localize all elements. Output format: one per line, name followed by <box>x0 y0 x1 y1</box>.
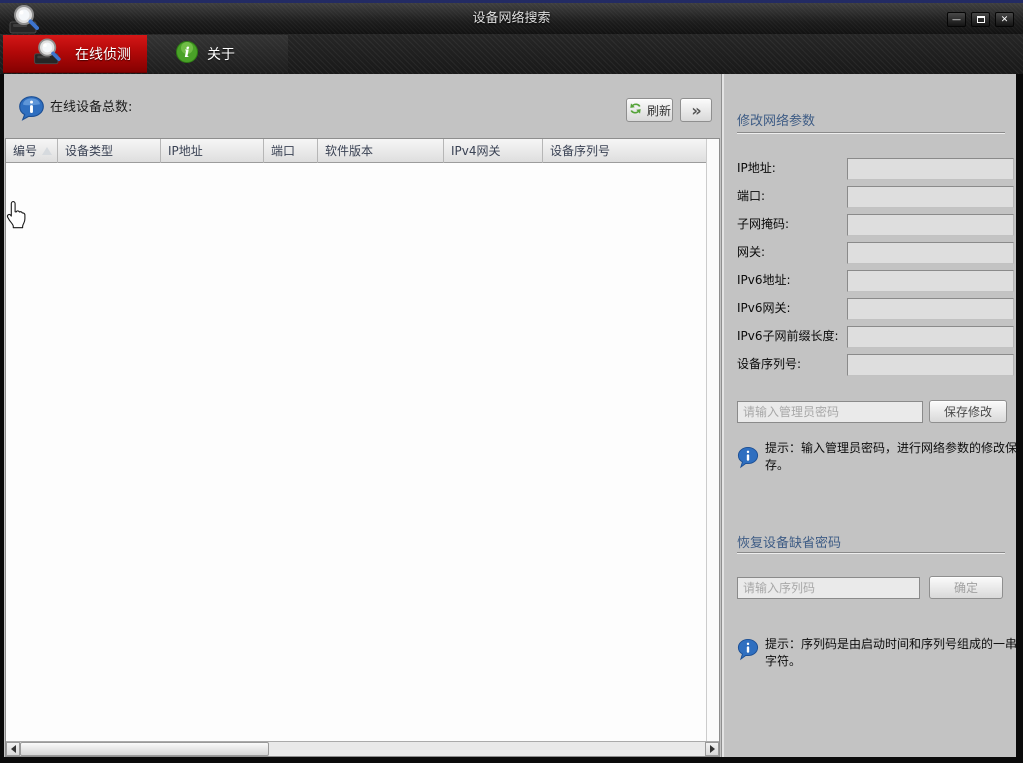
admin-password-input[interactable] <box>737 401 923 423</box>
restore-hint-info-icon <box>737 638 759 666</box>
panel-divider <box>721 74 724 757</box>
column-header-device-type[interactable]: 设备类型 <box>58 139 161 163</box>
device-serial-label: 设备序列号: <box>737 354 801 374</box>
sort-ascending-icon <box>42 147 52 155</box>
svg-text:i: i <box>184 45 189 61</box>
horizontal-scrollbar[interactable] <box>6 741 719 756</box>
ip-address-field[interactable] <box>847 158 1014 180</box>
tab-online-detect[interactable]: 在线侦测 <box>3 35 147 73</box>
gateway-field[interactable] <box>847 242 1014 264</box>
double-chevron-icon: » <box>691 101 700 120</box>
device-serial-field[interactable] <box>847 354 1014 376</box>
section-rule <box>737 132 1005 134</box>
main-content: 在线设备总数: 刷新 » 编号 设备类型 IP地址 端 <box>4 74 1016 757</box>
tab-about[interactable]: i 关于 <box>147 35 288 73</box>
restore-hint-text: 提示：序列码是由启动时间和序列号组成的一串字符。 <box>765 636 1017 670</box>
app-window: 设备网络搜索 — ✕ 在线侦测 <box>0 0 1023 763</box>
tab-strip: 在线侦测 i 关于 <box>0 34 1023 74</box>
ok-button[interactable]: 确定 <box>929 576 1003 599</box>
ipv6-prefix-length-label: IPv6子网前缀长度: <box>737 326 839 346</box>
refresh-icon <box>628 102 643 118</box>
section-rule <box>737 552 1005 554</box>
vertical-scrollbar-track[interactable] <box>706 139 719 741</box>
horizontal-scrollbar-thumb[interactable] <box>20 742 269 756</box>
restore-default-password-title: 恢复设备缺省密码 <box>737 532 841 551</box>
device-search-icon <box>31 37 67 71</box>
column-header-index[interactable]: 编号 <box>6 139 58 163</box>
about-info-icon: i <box>175 40 199 68</box>
subnet-mask-label: 子网掩码: <box>737 214 789 234</box>
column-header-software-version[interactable]: 软件版本 <box>318 139 444 163</box>
tab-online-detect-label: 在线侦测 <box>75 44 131 64</box>
modify-hint-text: 提示：输入管理员密码，进行网络参数的修改保存。 <box>765 440 1017 474</box>
device-table-header: 编号 设备类型 IP地址 端口 软件版本 IPv4网关 设备序列号 <box>6 139 706 163</box>
column-header-port[interactable]: 端口 <box>264 139 318 163</box>
ipv6-prefix-length-field[interactable] <box>847 326 1014 348</box>
device-table-body <box>6 164 706 741</box>
ipv6-address-label: IPv6地址: <box>737 270 791 290</box>
scroll-right-button[interactable] <box>705 742 719 756</box>
refresh-button-label: 刷新 <box>647 102 671 119</box>
window-controls: — ✕ <box>947 12 1014 27</box>
maximize-icon <box>977 16 985 23</box>
ipv6-address-field[interactable] <box>847 270 1014 292</box>
port-label: 端口: <box>737 186 765 206</box>
title-bar: 设备网络搜索 — ✕ <box>0 3 1023 34</box>
ipv6-gateway-field[interactable] <box>847 298 1014 320</box>
ip-address-label: IP地址: <box>737 158 776 178</box>
maximize-button[interactable] <box>971 12 990 27</box>
subnet-mask-field[interactable] <box>847 214 1014 236</box>
tab-about-label: 关于 <box>207 44 235 64</box>
save-changes-button[interactable]: 保存修改 <box>929 400 1007 423</box>
modify-network-params-title: 修改网络参数 <box>737 110 815 129</box>
online-device-count-label: 在线设备总数: <box>50 95 132 121</box>
gateway-label: 网关: <box>737 242 765 262</box>
window-title: 设备网络搜索 <box>0 3 1023 34</box>
minimize-icon: — <box>952 15 961 25</box>
network-parameter-panel: 修改网络参数 IP地址: 端口: 子网掩码: 网关: IPv6地址: IPv6网… <box>726 74 1016 757</box>
column-header-serial-number[interactable]: 设备序列号 <box>543 139 706 163</box>
column-header-ip-address[interactable]: IP地址 <box>161 139 264 163</box>
column-header-ipv4-gateway[interactable]: IPv4网关 <box>444 139 543 163</box>
device-count-info-icon <box>18 95 45 126</box>
expand-options-button[interactable]: » <box>680 98 712 122</box>
close-button[interactable]: ✕ <box>995 12 1014 27</box>
scroll-left-button[interactable] <box>6 742 20 756</box>
minimize-button[interactable]: — <box>947 12 966 27</box>
refresh-button[interactable]: 刷新 <box>626 98 673 122</box>
ipv6-gateway-label: IPv6网关: <box>737 298 791 318</box>
scroll-left-icon <box>11 745 16 753</box>
close-icon: ✕ <box>1001 15 1009 25</box>
scroll-right-icon <box>710 745 715 753</box>
serial-code-input[interactable] <box>737 577 920 599</box>
modify-hint-info-icon <box>737 446 759 474</box>
device-table: 编号 设备类型 IP地址 端口 软件版本 IPv4网关 设备序列号 <box>5 138 720 757</box>
port-field[interactable] <box>847 186 1014 208</box>
